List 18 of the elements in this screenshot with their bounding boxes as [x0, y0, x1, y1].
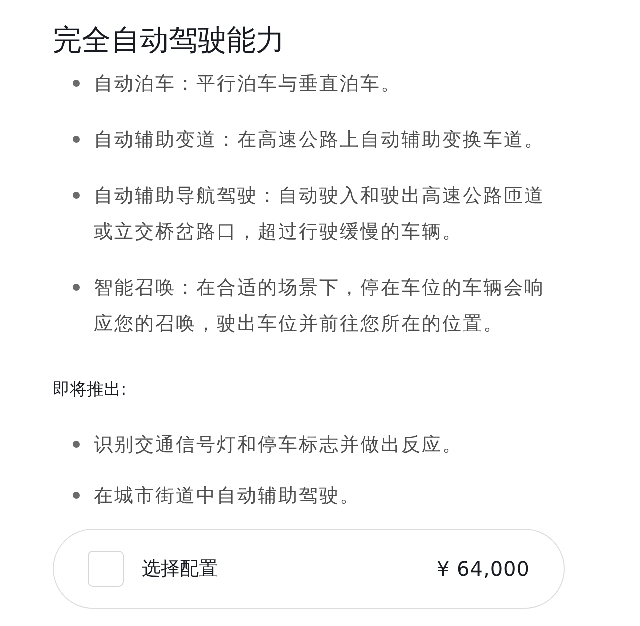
bullet-icon — [73, 192, 80, 199]
feature-text: 自动辅助变道：在高速公路上自动辅助变换车道。 — [94, 128, 546, 153]
feature-text: 自动泊车：平行泊车与垂直泊车。 — [94, 72, 402, 97]
feature-text: 智能召唤：在合适的场景下，停在车位的车辆会响应您的召唤，驶出车位并前往您所在的位置。 — [94, 276, 546, 337]
bullet-icon — [73, 441, 80, 448]
feature-text: 自动辅助导航驾驶：自动驶入和驶出高速公路匝道或立交桥岔路口，超过行驶缓慢的车辆。 — [94, 184, 546, 245]
checkbox[interactable] — [88, 551, 124, 587]
bullet-icon — [73, 492, 80, 499]
section-heading: 即将推出: — [53, 379, 127, 401]
price-text: ¥ 64,000 — [436, 557, 530, 581]
option-card[interactable]: 选择配置 ¥ 64,000 — [53, 529, 565, 609]
bullet-icon — [73, 80, 80, 87]
bullet-icon — [73, 284, 80, 291]
page-title: 完全自动驾驶能力 — [53, 22, 285, 59]
bullet-icon — [73, 136, 80, 143]
option-label: 选择配置 — [142, 557, 219, 582]
feature-text: 在城市街道中自动辅助驾驶。 — [94, 484, 362, 509]
feature-text: 识别交通信号灯和停车标志并做出反应。 — [94, 433, 464, 458]
